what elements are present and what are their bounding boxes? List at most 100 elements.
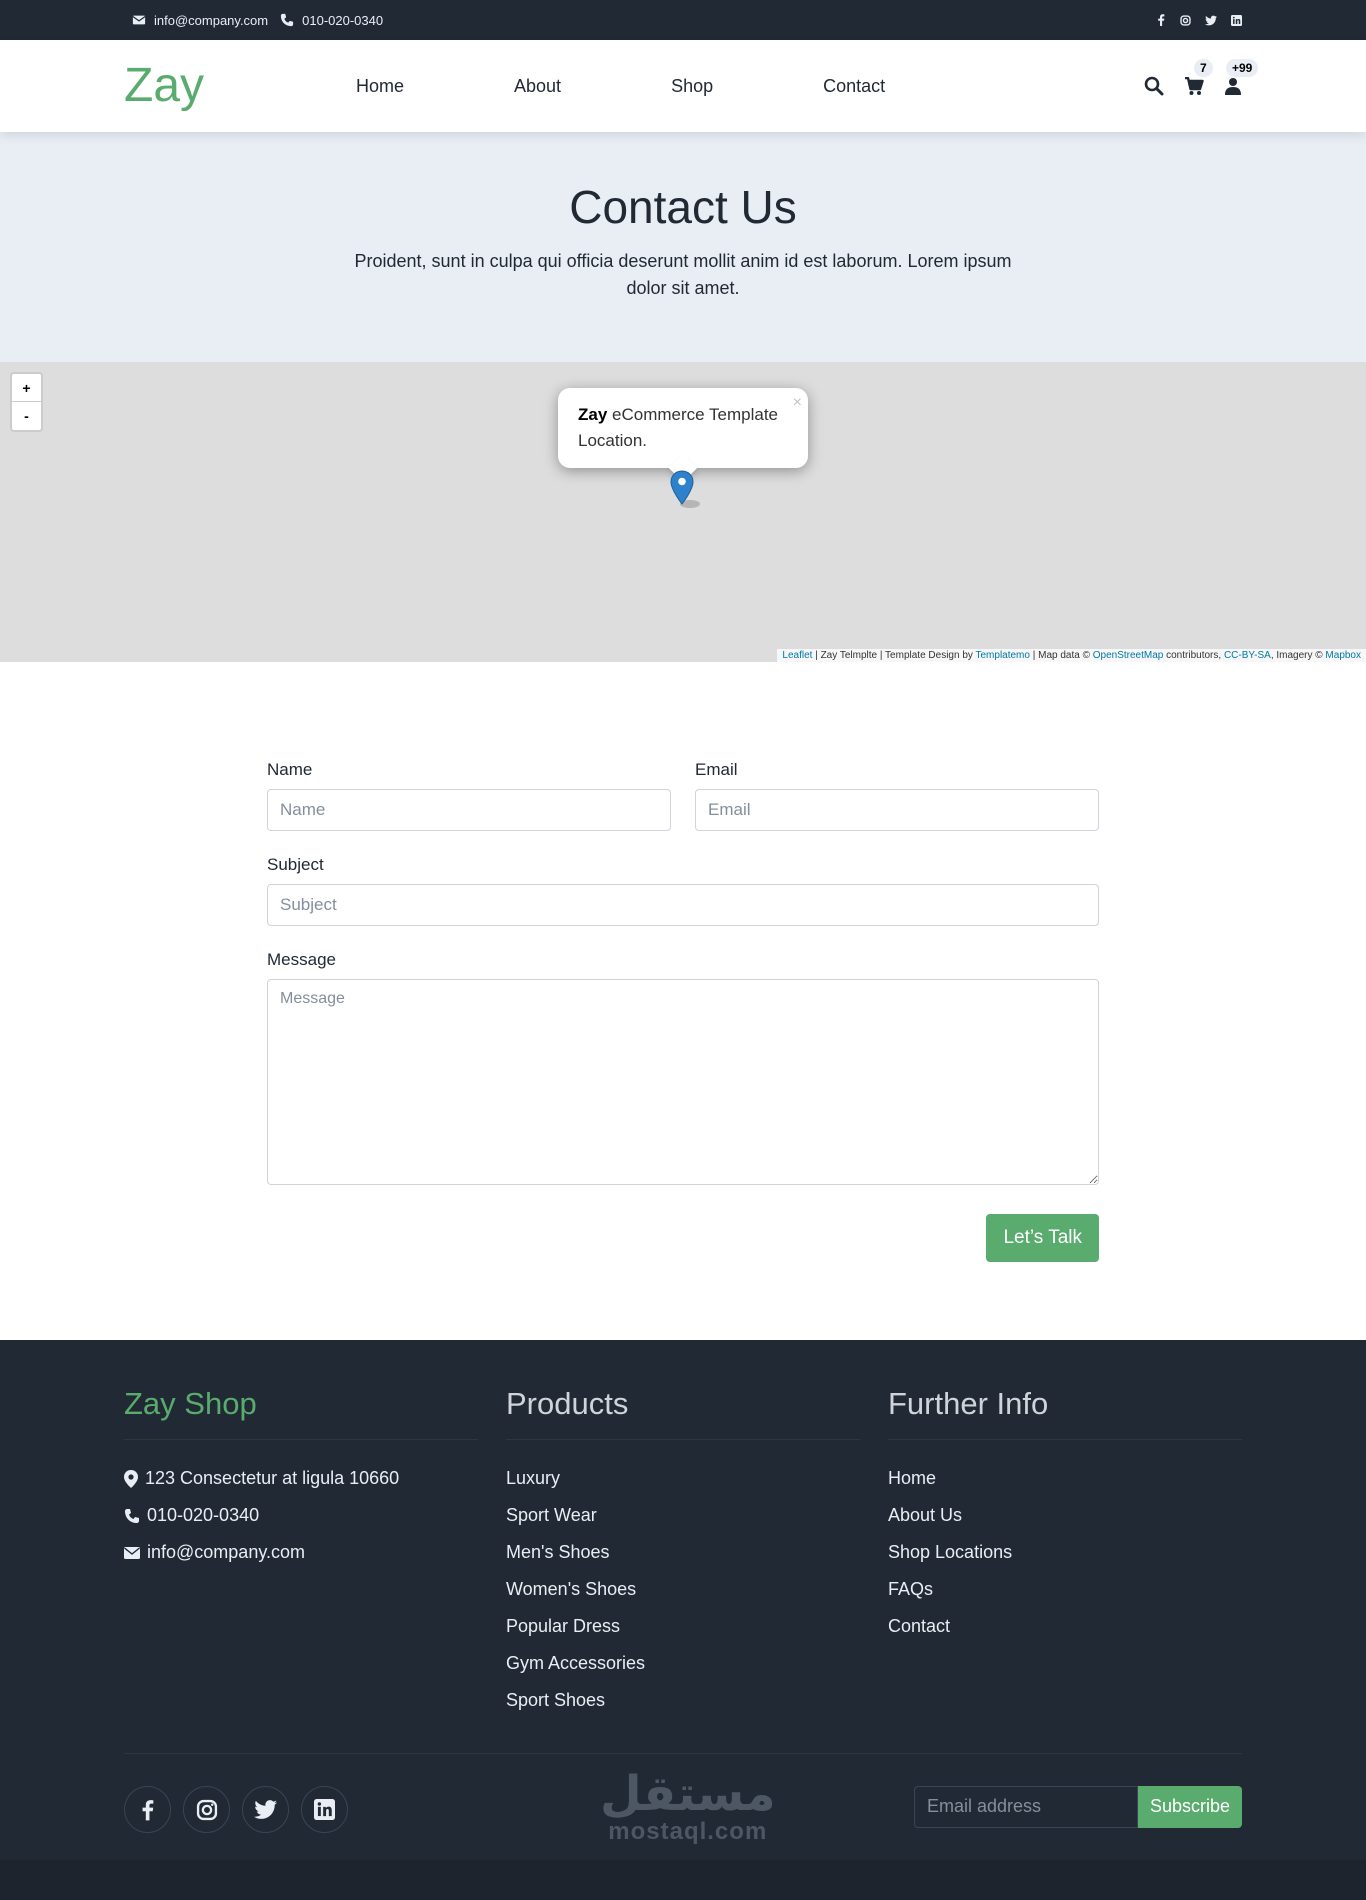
footer-product-link[interactable]: Luxury <box>506 1460 860 1497</box>
footer-products-title: Products <box>506 1386 860 1440</box>
attrib-text-4: , Imagery © <box>1270 650 1326 661</box>
newsletter-subscribe: Subscribe <box>913 1785 1242 1828</box>
mapbox-link[interactable]: Mapbox <box>1325 650 1361 661</box>
user-icon <box>1225 78 1241 95</box>
zoom-in-button[interactable]: + <box>12 374 41 402</box>
watermark-arabic: مستقل <box>600 1766 776 1822</box>
linkedin-icon[interactable] <box>1231 14 1242 26</box>
footer-product-link[interactable]: Gym Accessories <box>506 1645 860 1682</box>
footer-socials <box>124 1786 348 1833</box>
footer-info-column: Further Info Home About Us Shop Location… <box>888 1386 1242 1719</box>
footer-product-link[interactable]: Women's Shoes <box>506 1571 860 1608</box>
phone-icon <box>125 1508 139 1523</box>
linkedin-button[interactable] <box>301 1786 348 1833</box>
nav-home[interactable]: Home <box>356 76 459 97</box>
nav-shop[interactable]: Shop <box>616 76 768 97</box>
leaflet-link[interactable]: Leaflet <box>782 650 812 661</box>
watermark-english: mostaql.com <box>608 1818 768 1845</box>
phone-icon <box>281 13 294 27</box>
footer-brand: Zay Shop <box>124 1386 478 1440</box>
header-icons: 7 +99 <box>1144 58 1259 96</box>
topbar-phone-text: 010-020-0340 <box>302 12 384 28</box>
twitter-button[interactable] <box>242 1786 289 1833</box>
nav-about[interactable]: About <box>459 76 616 97</box>
footer-email[interactable]: info@company.com <box>124 1534 478 1571</box>
cart-button[interactable]: 7 <box>1184 58 1213 96</box>
footer-info-title: Further Info <box>888 1386 1242 1440</box>
envelope-icon <box>132 15 146 25</box>
name-label: Name <box>267 760 313 779</box>
logo[interactable]: Zay <box>124 62 354 110</box>
main-header: Zay Home About Shop Contact 7 +99 <box>0 40 1366 132</box>
hero-description: Proident, sunt in culpa qui officia dese… <box>354 251 1012 298</box>
map-zoom-control: + - <box>10 372 43 432</box>
contact-form: Name Email Subject Message Let’s Talk <box>267 662 1099 1262</box>
instagram-icon[interactable] <box>1180 14 1191 26</box>
footer-address: 123 Consectetur at ligula 10660 <box>124 1460 478 1497</box>
popup-text: eCommerce Template Location. <box>578 405 778 450</box>
search-icon[interactable] <box>1144 76 1164 96</box>
attrib-text-2: | Map data © <box>1029 650 1093 661</box>
topbar-phone[interactable]: 010-020-0340 <box>280 13 383 28</box>
map-attribution: Leaflet | Zay Telmplte | Template Design… <box>777 649 1366 662</box>
twitter-icon <box>254 1800 277 1819</box>
map-popup: × Zay eCommerce Template Location. <box>558 388 808 468</box>
map-pin-icon <box>124 1469 138 1488</box>
user-button[interactable]: +99 <box>1224 59 1259 95</box>
footer-bottom-band <box>0 1860 1366 1900</box>
message-label: Message <box>267 950 336 969</box>
contact-hero: Contact Us Proident, sunt in culpa qui o… <box>0 132 1366 362</box>
page-title: Contact Us <box>569 181 797 233</box>
name-field[interactable] <box>267 789 671 831</box>
cart-icon <box>1185 76 1204 95</box>
map-marker-icon[interactable] <box>670 470 700 512</box>
footer-info-link[interactable]: About Us <box>888 1497 1242 1534</box>
envelope-icon <box>124 1546 140 1559</box>
instagram-icon <box>196 1799 217 1820</box>
location-map[interactable]: + - × Zay eCommerce Template Location. L… <box>0 362 1366 662</box>
footer-product-link[interactable]: Popular Dress <box>506 1608 860 1645</box>
footer-product-link[interactable]: Sport Wear <box>506 1497 860 1534</box>
footer-brand-column: Zay Shop 123 Consectetur at ligula 10660… <box>124 1386 478 1719</box>
twitter-icon[interactable] <box>1205 15 1217 26</box>
facebook-button[interactable] <box>124 1786 171 1833</box>
footer-products-column: Products Luxury Sport Wear Men's Shoes W… <box>506 1386 860 1719</box>
cart-count-badge: 7 <box>1194 58 1213 77</box>
user-count-badge: +99 <box>1226 59 1259 77</box>
email-label: Email <box>695 760 738 779</box>
footer-product-link[interactable]: Men's Shoes <box>506 1534 860 1571</box>
top-info-bar: info@company.com 010-020-0340 <box>0 0 1366 40</box>
facebook-icon[interactable] <box>1156 14 1166 26</box>
email-field[interactable] <box>695 789 1099 831</box>
nav-contact[interactable]: Contact <box>768 76 940 97</box>
footer-phone-text: 010-020-0340 <box>147 1505 260 1525</box>
subject-label: Subject <box>267 855 324 874</box>
popup-bold-text: Zay <box>578 405 608 424</box>
footer-info-link[interactable]: Shop Locations <box>888 1534 1242 1571</box>
footer-product-link[interactable]: Sport Shoes <box>506 1682 860 1719</box>
main-nav: Home About Shop Contact <box>356 76 940 97</box>
message-field[interactable] <box>267 979 1099 1185</box>
subscribe-button[interactable]: Subscribe <box>1137 1785 1242 1828</box>
topbar-email[interactable]: info@company.com <box>132 13 268 28</box>
popup-close-button[interactable]: × <box>793 390 802 416</box>
linkedin-icon <box>314 1799 335 1820</box>
ccbysa-link[interactable]: CC-BY-SA <box>1224 650 1271 661</box>
subject-field[interactable] <box>267 884 1099 926</box>
instagram-button[interactable] <box>183 1786 230 1833</box>
facebook-icon <box>142 1799 154 1820</box>
templatemo-link[interactable]: Templatemo <box>975 650 1029 661</box>
footer-info-link[interactable]: FAQs <box>888 1571 1242 1608</box>
footer-info-link[interactable]: Home <box>888 1460 1242 1497</box>
site-footer: Zay Shop 123 Consectetur at ligula 10660… <box>0 1340 1366 1900</box>
topbar-email-text: info@company.com <box>154 12 269 28</box>
newsletter-email-input[interactable] <box>913 1785 1138 1828</box>
lets-talk-button[interactable]: Let’s Talk <box>986 1214 1099 1262</box>
osm-link[interactable]: OpenStreetMap <box>1093 650 1164 661</box>
zoom-out-button[interactable]: - <box>12 402 41 430</box>
footer-info-link[interactable]: Contact <box>888 1608 1242 1645</box>
footer-address-text: 123 Consectetur at ligula 10660 <box>145 1468 400 1488</box>
attrib-text-1: | Zay Telmplte | Template Design by <box>812 650 976 661</box>
mostaql-watermark: مستقل mostaql.com <box>600 1766 776 1846</box>
footer-phone[interactable]: 010-020-0340 <box>124 1497 478 1534</box>
